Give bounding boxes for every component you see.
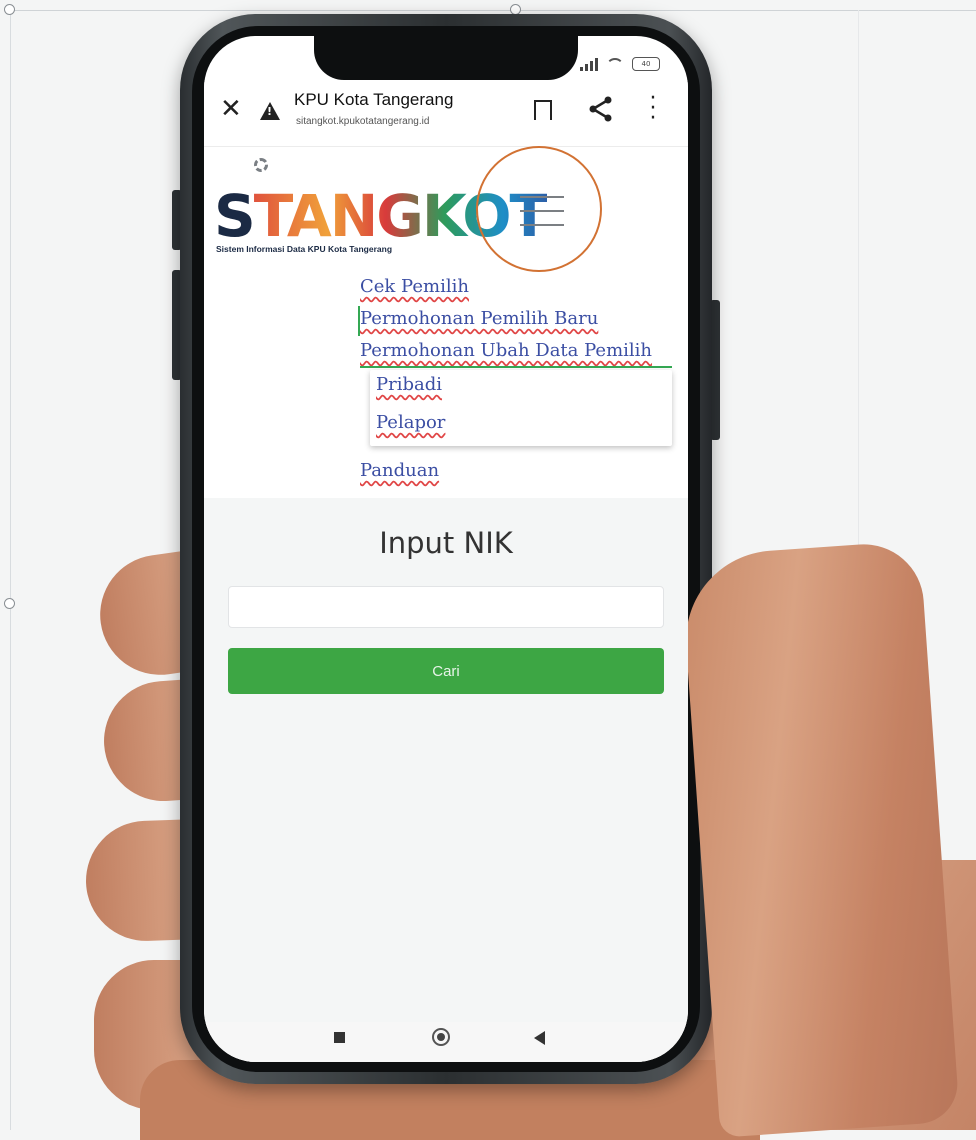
page-title: Input NIK [379, 526, 513, 560]
browser-toolbar: ✕ KPU Kota Tangerang sitangkot.kpukotata… [204, 80, 688, 147]
site-url: sitangkot.kpukotatangerang.id [296, 116, 430, 127]
logo-tagline: Sistem Informasi Data KPU Kota Tangerang [216, 244, 393, 254]
focus-indicator [360, 366, 672, 368]
hand-thumb [679, 540, 961, 1138]
close-icon[interactable]: ✕ [220, 94, 242, 124]
battery-icon: 40 [632, 57, 660, 71]
frame-left-border [10, 10, 11, 1130]
site-title: KPU Kota Tangerang [294, 90, 454, 109]
nav-item-permohonan-ubah-data[interactable]: Permohonan Ubah Data Pemilih [360, 340, 652, 361]
frame-top-border [10, 10, 976, 11]
nik-input[interactable] [228, 586, 664, 628]
hamburger-menu-button[interactable] [476, 146, 602, 272]
warning-icon[interactable] [260, 102, 280, 120]
search-button[interactable]: Cari [228, 648, 664, 694]
home-icon[interactable] [432, 1028, 450, 1046]
phone-screen: 40 ✕ KPU Kota Tangerang sitangkot.kpukot… [204, 36, 688, 1062]
focus-indicator [358, 306, 360, 336]
bookmark-icon[interactable] [534, 100, 552, 126]
logo-letter-s: S [214, 182, 256, 250]
phone-notch [314, 36, 578, 80]
submenu-item-pelapor[interactable]: Pelapor [376, 412, 445, 433]
recent-apps-icon[interactable] [334, 1032, 345, 1043]
site-header: STANGKOT Sistem Informasi Data KPU Kota … [204, 146, 688, 272]
submenu-item-pribadi[interactable]: Pribadi [376, 374, 442, 395]
status-bar: 40 [580, 54, 660, 74]
gear-icon [254, 158, 268, 172]
submenu-dropdown: Pribadi Pelapor [370, 370, 672, 446]
sitangkot-logo[interactable]: STANGKOT Sistem Informasi Data KPU Kota … [214, 156, 549, 266]
nav-item-permohonan-pemilih-baru[interactable]: Permohonan Pemilih Baru [360, 308, 598, 329]
more-options-icon[interactable]: · · · [648, 88, 658, 130]
resize-handle-top-left[interactable] [4, 4, 15, 15]
share-icon[interactable] [586, 94, 616, 124]
nav-item-panduan[interactable]: Panduan [360, 460, 439, 481]
android-nav-bar [204, 1022, 688, 1062]
resize-handle-left[interactable] [4, 598, 15, 609]
nav-item-cek-pemilih[interactable]: Cek Pemilih [360, 276, 469, 297]
back-icon[interactable] [534, 1031, 545, 1045]
main-content: Input NIK Cari [204, 498, 688, 1062]
signal-icon [580, 57, 598, 71]
wifi-icon [606, 58, 624, 70]
